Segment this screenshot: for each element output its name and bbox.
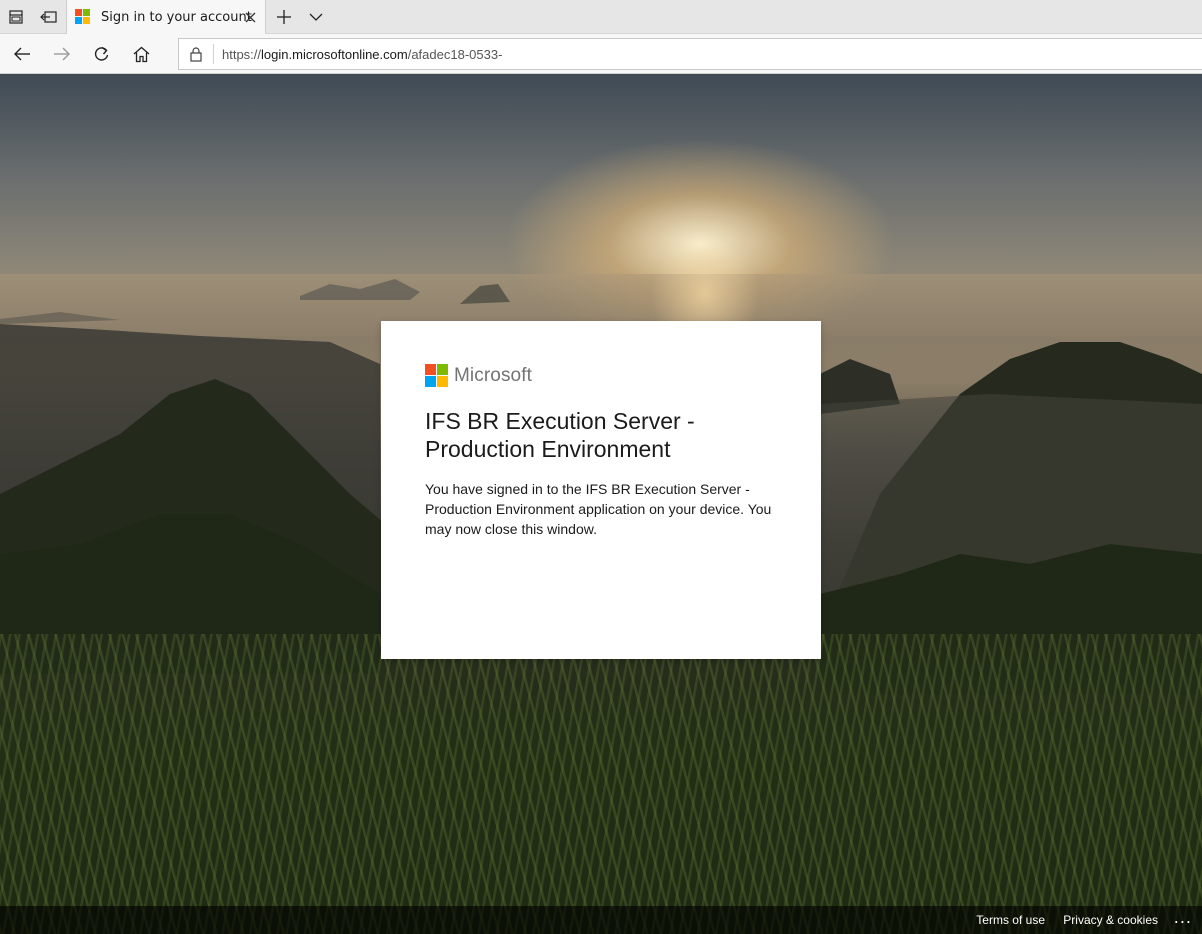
logo-square-blue <box>425 376 436 387</box>
set-aside-tabs-icon[interactable] <box>33 0 65 34</box>
active-tab[interactable]: Sign in to your account <box>66 0 266 34</box>
app-title: IFS BR Execution Server - Production Env… <box>425 408 695 462</box>
address-bar[interactable]: https://login.microsoftonline.com/afadec… <box>178 38 1202 70</box>
tab-list-chevron-icon[interactable] <box>300 0 332 34</box>
url-prefix: https:// <box>222 46 262 62</box>
privacy-cookies-link[interactable]: Privacy & cookies <box>1063 913 1158 927</box>
url-host: login.microsoftonline.com <box>261 46 408 62</box>
terms-of-use-link[interactable]: Terms of use <box>976 913 1045 927</box>
url-path: /afadec18-0533- <box>407 46 503 62</box>
browser-tab-bar: Sign in to your account <box>0 0 1202 34</box>
page-background: Microsoft IFS BR Execution Server - Prod… <box>0 74 1202 934</box>
microsoft-logo: Microsoft <box>425 364 532 387</box>
lock-icon[interactable] <box>187 44 205 64</box>
browser-nav-bar: https://login.microsoftonline.com/afadec… <box>0 34 1202 74</box>
tab-title: Sign in to your account <box>101 9 252 25</box>
forward-arrow-icon[interactable] <box>42 36 82 72</box>
refresh-icon[interactable] <box>81 36 121 72</box>
tab-preview-icon[interactable] <box>0 0 32 34</box>
microsoft-logo-icon <box>425 364 448 387</box>
microsoft-wordmark: Microsoft <box>454 364 532 386</box>
page-footer: Terms of use Privacy & cookies ... <box>0 906 1202 934</box>
url-text[interactable]: https://login.microsoftonline.com/afadec… <box>222 47 502 62</box>
back-arrow-icon[interactable] <box>2 36 42 72</box>
logo-square-red <box>425 364 436 375</box>
microsoft-logo-icon <box>75 9 91 25</box>
more-options-icon[interactable]: ... <box>1174 908 1192 927</box>
home-icon[interactable] <box>121 36 161 72</box>
signed-in-message: You have signed in to the IFS BR Executi… <box>425 481 772 537</box>
sign-in-card: Microsoft IFS BR Execution Server - Prod… <box>381 321 821 659</box>
close-icon[interactable] <box>241 8 259 26</box>
new-tab-icon[interactable] <box>268 0 300 34</box>
logo-square-yellow <box>437 376 448 387</box>
logo-square-green <box>437 364 448 375</box>
address-divider <box>213 44 214 64</box>
background-grass <box>0 634 1202 934</box>
